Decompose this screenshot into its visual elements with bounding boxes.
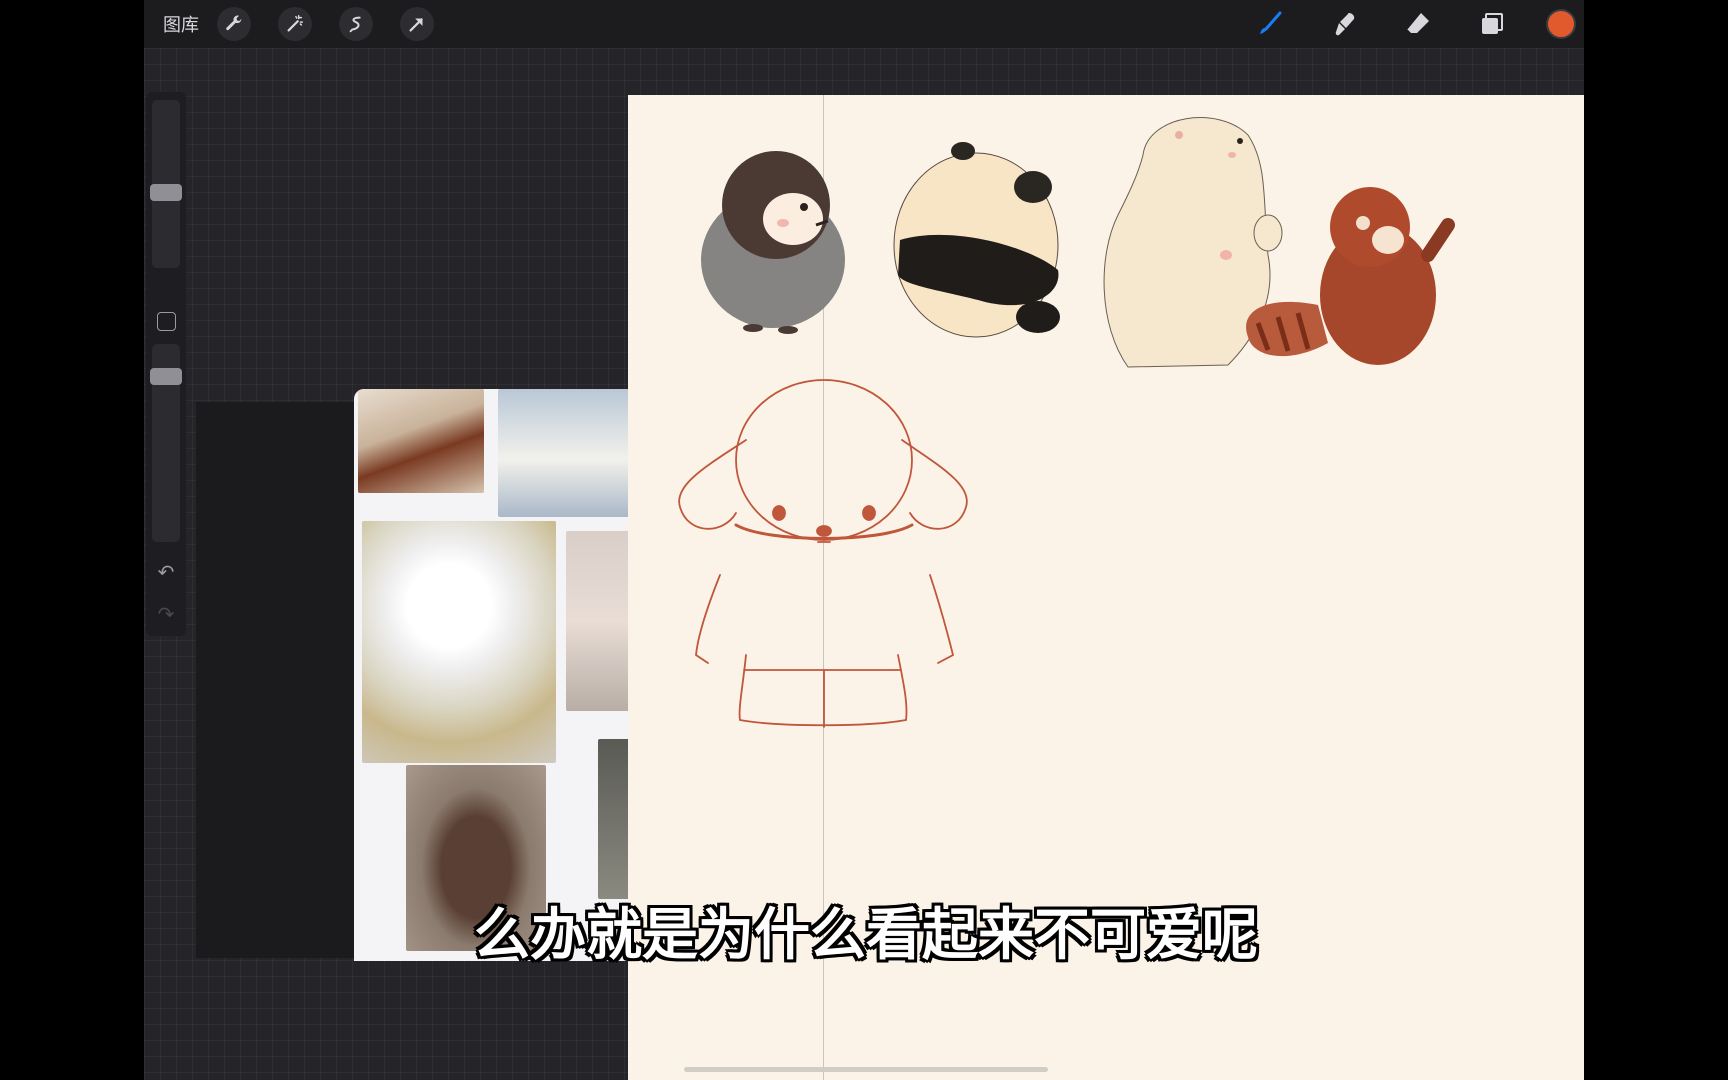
brush-icon	[1260, 11, 1282, 34]
reference-photo-chinchilla	[566, 531, 636, 711]
video-subtitle: 么办就是为什么看起来不可爱呢	[474, 903, 1258, 968]
selection-icon	[349, 16, 361, 33]
color-picker-button[interactable]	[1546, 9, 1576, 39]
layers-button[interactable]	[1472, 4, 1512, 44]
left-sidebar: ↶ ↷	[146, 92, 186, 636]
smudge-icon	[1335, 13, 1355, 36]
redo-icon[interactable]: ↷	[156, 604, 176, 624]
eraser-tool-button[interactable]	[1398, 4, 1438, 44]
penguin-drawing	[701, 151, 845, 334]
modify-button[interactable]	[157, 312, 176, 331]
magic-wand-icon	[287, 15, 304, 32]
brush-size-thumb[interactable]	[150, 184, 182, 201]
actions-button[interactable]	[217, 7, 251, 41]
transform-arrow-icon	[409, 18, 423, 32]
selection-button[interactable]	[339, 7, 373, 41]
transform-button[interactable]	[400, 7, 434, 41]
eraser-icon	[1406, 13, 1429, 36]
reference-panel-backdrop	[196, 402, 376, 958]
wrench-icon	[226, 15, 242, 31]
right-toolset	[1216, 0, 1584, 48]
opacity-thumb[interactable]	[150, 368, 182, 385]
adjustments-button[interactable]	[278, 7, 312, 41]
gallery-button[interactable]: 图库	[163, 11, 199, 37]
brush-tool-button[interactable]	[1250, 4, 1290, 44]
brush-size-slider[interactable]	[150, 100, 182, 268]
reference-photo-polar-bear	[498, 389, 636, 517]
top-toolbar: 图库	[144, 0, 1584, 48]
reference-photo-red-panda	[358, 389, 484, 493]
layers-icon	[1482, 13, 1503, 34]
smudge-tool-button[interactable]	[1324, 4, 1364, 44]
home-indicator	[684, 1067, 1048, 1072]
puppy-sketch	[678, 379, 968, 728]
undo-icon[interactable]: ↶	[156, 562, 176, 582]
opacity-slider[interactable]	[150, 344, 182, 542]
red-panda-drawing	[1246, 187, 1455, 365]
panda-drawing	[893, 142, 1060, 338]
reference-image-panel[interactable]	[354, 389, 636, 961]
reference-photo-puppy-bread	[362, 521, 556, 763]
